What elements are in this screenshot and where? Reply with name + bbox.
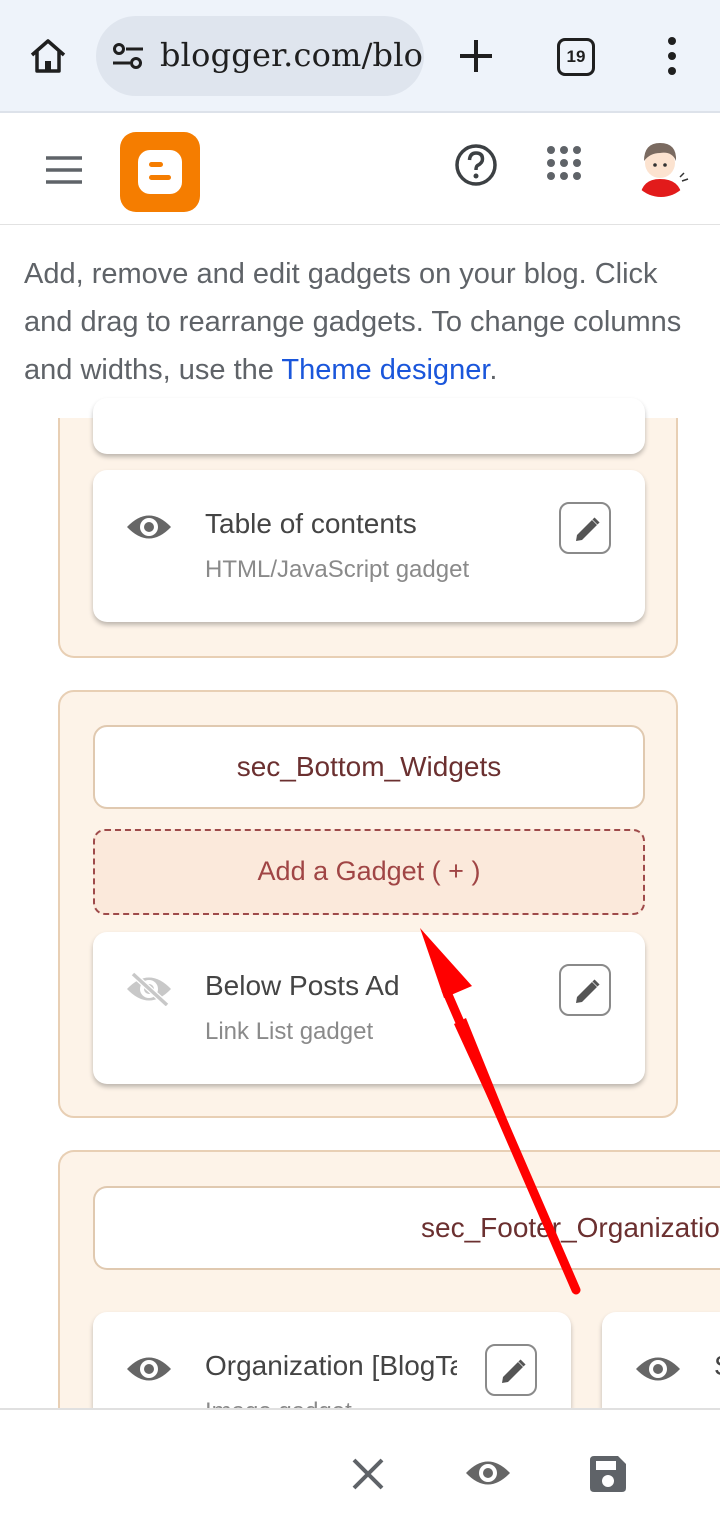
gadget-title: Organization [BlogTag] xyxy=(205,1350,457,1381)
section-top: Table of contents HTML/JavaScript gadget xyxy=(58,398,678,658)
section-footer-organization: sec_Footer_Organization Organization [Bl… xyxy=(58,1150,720,1408)
annotation-arrow xyxy=(420,928,581,1295)
apps-grid-icon[interactable] xyxy=(546,145,582,181)
gadget-card-partial[interactable] xyxy=(93,398,645,454)
intro-text: Add, remove and edit gadgets on your blo… xyxy=(24,250,704,394)
blogger-b-icon xyxy=(138,150,182,194)
help-icon[interactable] xyxy=(454,143,498,187)
home-icon[interactable] xyxy=(28,36,68,76)
menu-icon[interactable] xyxy=(44,155,84,185)
gadget-title: Table of contents xyxy=(205,508,417,539)
pencil-icon xyxy=(576,517,600,541)
blogger-header xyxy=(0,115,720,225)
eye-icon[interactable] xyxy=(634,1352,682,1386)
tab-switcher-button[interactable]: 19 xyxy=(557,38,595,76)
url-text[interactable]: blogger.com/blog xyxy=(160,36,424,74)
browser-toolbar: blogger.com/blog 19 xyxy=(0,0,720,113)
address-bar[interactable]: blogger.com/blog xyxy=(96,16,424,96)
gadget-type: Image gadget xyxy=(205,1398,352,1408)
gadget-type: Link List gadget xyxy=(205,1018,374,1045)
add-gadget-button[interactable]: Add a Gadget ( + ) xyxy=(93,829,645,915)
gadget-card-organization[interactable]: Organization [BlogTag] Image gadget xyxy=(93,1312,571,1408)
gadget-card-table-of-contents[interactable]: Table of contents HTML/JavaScript gadget xyxy=(93,470,645,622)
theme-designer-link[interactable]: Theme designer xyxy=(281,354,489,386)
pencil-icon xyxy=(502,1359,526,1383)
edit-gadget-button[interactable] xyxy=(485,1344,537,1396)
preview-eye-icon[interactable] xyxy=(464,1456,512,1490)
blogger-logo[interactable] xyxy=(120,132,200,212)
bottom-action-bar xyxy=(0,1408,720,1540)
gadget-type: HTML/JavaScript gadget xyxy=(205,556,470,583)
gadget-card-partial-right[interactable]: S xyxy=(602,1312,720,1408)
intro-period: . xyxy=(489,354,498,386)
edit-gadget-button[interactable] xyxy=(559,502,611,554)
eye-off-icon[interactable] xyxy=(125,972,173,1006)
user-avatar[interactable] xyxy=(630,135,692,197)
new-tab-icon[interactable] xyxy=(456,36,496,76)
site-settings-icon[interactable] xyxy=(112,42,144,70)
more-menu-icon[interactable] xyxy=(660,36,684,76)
gadget-title: Below Posts Ad xyxy=(205,970,400,1001)
close-icon[interactable] xyxy=(348,1454,388,1494)
save-icon[interactable] xyxy=(588,1454,628,1494)
gadget-title: S xyxy=(714,1350,720,1382)
eye-icon[interactable] xyxy=(125,1352,173,1386)
eye-icon[interactable] xyxy=(125,510,173,544)
section-header: sec_Bottom_Widgets xyxy=(93,725,645,809)
